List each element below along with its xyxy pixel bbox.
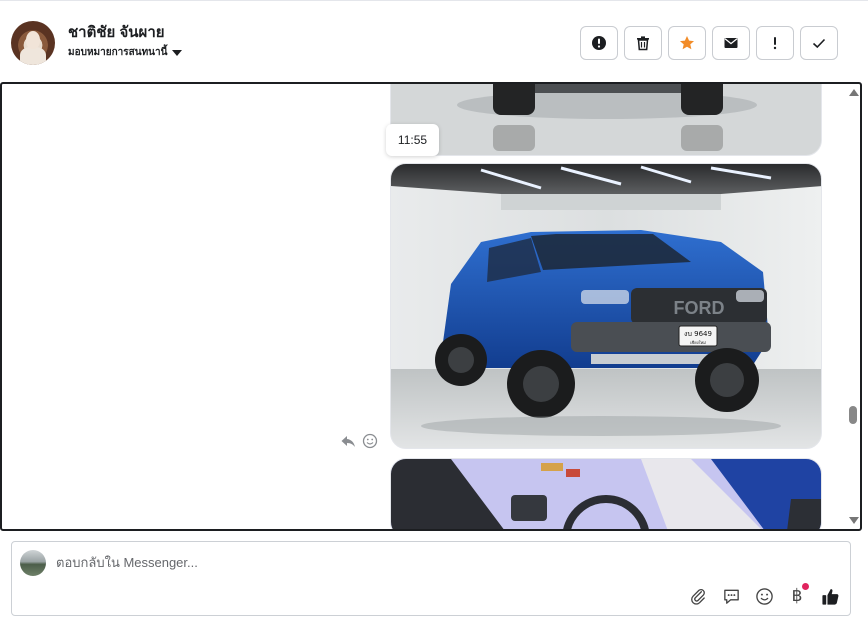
- reply-icon[interactable]: [340, 433, 356, 449]
- exclamation-circle-icon: [592, 36, 606, 50]
- paperclip-icon: [690, 588, 705, 605]
- exclamation-icon: [773, 37, 777, 50]
- scroll-down-arrow[interactable]: [849, 517, 859, 524]
- saved-replies-icon: [723, 589, 739, 604]
- scroll-thumb[interactable]: [849, 406, 857, 424]
- payment-button[interactable]: ฿: [787, 583, 809, 606]
- caret-down-icon[interactable]: [172, 49, 183, 56]
- mark-done-button[interactable]: [800, 26, 838, 60]
- blue-pickup-photo: FORD งบ 9649 เชียงใหม่: [391, 164, 821, 448]
- baht-icon: ฿: [791, 586, 803, 606]
- report-spam-button[interactable]: [580, 26, 618, 60]
- envelope-icon: [724, 38, 738, 48]
- composer-tools: ฿: [688, 583, 840, 606]
- reply-input[interactable]: [56, 555, 656, 570]
- message-tools: [340, 433, 378, 449]
- contact-avatar[interactable]: [11, 21, 55, 65]
- delete-button[interactable]: [624, 26, 662, 60]
- saved-replies-button[interactable]: [721, 586, 741, 606]
- attachment-image[interactable]: [390, 458, 822, 529]
- message-timestamp: 11:55: [386, 124, 439, 156]
- license-plate-province: เชียงใหม่: [690, 340, 706, 345]
- truck-wheels-photo: [391, 84, 821, 155]
- attachment-image[interactable]: FORD งบ 9649 เชียงใหม่: [390, 163, 822, 449]
- conversation-actions: [580, 26, 838, 60]
- emoji-reaction-icon[interactable]: [362, 433, 378, 449]
- page-avatar: [20, 550, 46, 576]
- reply-composer: ฿: [11, 541, 851, 616]
- assign-conversation-dropdown[interactable]: มอบหมายการสนทนานี้: [68, 45, 183, 60]
- contact-name[interactable]: ชาติชัย จันผาย: [68, 20, 165, 44]
- thumbs-up-icon: [821, 588, 838, 605]
- emoji-icon: [755, 587, 773, 605]
- thread-scrollbar[interactable]: [846, 84, 860, 529]
- notification-dot: [802, 583, 809, 590]
- license-plate-text: งบ 9649: [684, 330, 712, 338]
- assign-label: มอบหมายการสนทนานี้: [68, 47, 168, 58]
- conversation-header: ชาติชัย จันผาย มอบหมายการสนทนานี้: [0, 0, 868, 84]
- emoji-button[interactable]: [754, 586, 774, 606]
- attach-file-button[interactable]: [688, 586, 708, 606]
- trash-icon: [637, 36, 649, 51]
- star-button[interactable]: [668, 26, 706, 60]
- grille-text: FORD: [674, 298, 725, 318]
- star-icon: [680, 36, 694, 50]
- scroll-up-arrow[interactable]: [849, 89, 859, 96]
- mark-important-button[interactable]: [756, 26, 794, 60]
- car-interior-photo: [391, 459, 821, 529]
- mark-unread-button[interactable]: [712, 26, 750, 60]
- like-button[interactable]: [820, 586, 840, 606]
- message-thread[interactable]: 11:55 FORD งบ 9649 เชียงใหม่: [0, 82, 862, 531]
- attachment-image[interactable]: [390, 84, 822, 156]
- check-icon: [812, 38, 826, 49]
